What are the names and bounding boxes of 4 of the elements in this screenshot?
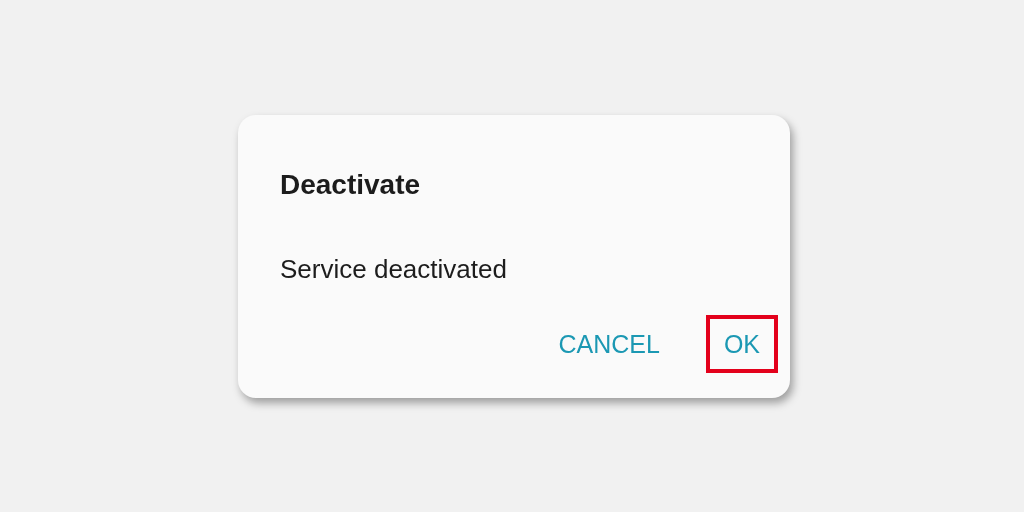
dialog-title: Deactivate <box>280 168 422 202</box>
dialog-message: Service deactivated <box>280 253 508 286</box>
dialog-button[interactable]: CANCEL <box>540 315 678 373</box>
highlighted-button[interactable]: OK <box>705 315 778 373</box>
